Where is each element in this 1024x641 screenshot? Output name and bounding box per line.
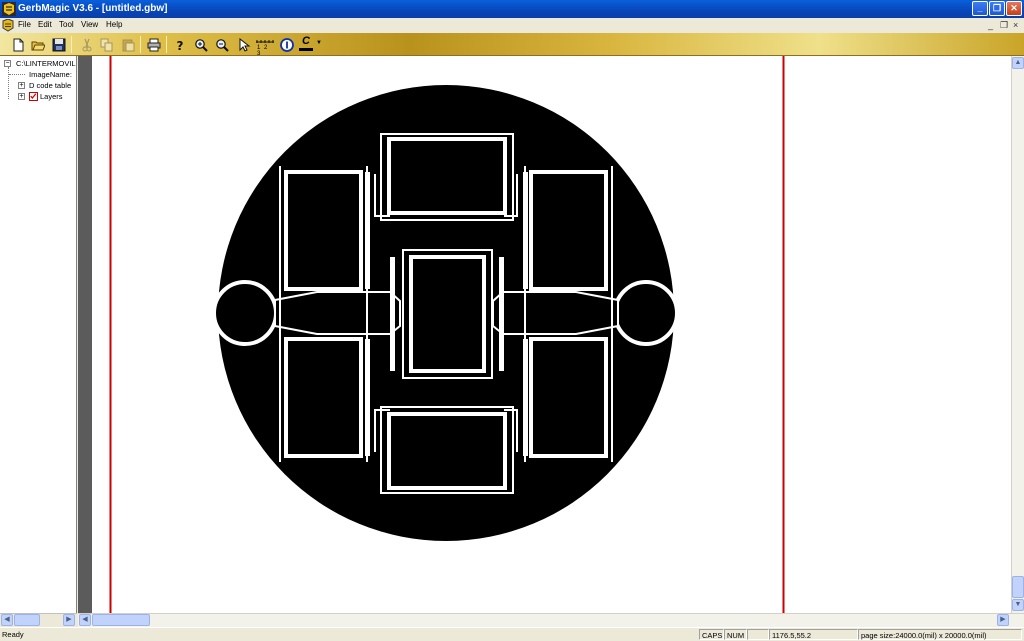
tree-dcode-label: D code table xyxy=(29,81,72,90)
title-bar[interactable]: GerbMagic V3.6 - [untitled.gbw] _ ❐ ✕ xyxy=(0,0,1024,18)
view-gutter xyxy=(78,56,92,613)
zoom-in-button[interactable] xyxy=(192,36,209,53)
pcb-drawing[interactable] xyxy=(92,56,1011,613)
paste-clipboard-icon xyxy=(122,39,134,51)
expand-icon[interactable]: + xyxy=(18,93,25,100)
expand-icon[interactable]: + xyxy=(18,82,25,89)
menu-help[interactable]: Help xyxy=(106,20,122,29)
status-page-size: page size:24000.0(mil) x 20000.0(mil) xyxy=(858,629,1022,640)
status-caps: CAPS xyxy=(699,629,724,640)
open-folder-icon xyxy=(31,41,45,50)
zoom-out-icon xyxy=(215,38,229,52)
status-bar: Ready CAPS NUM 1176.5,55.2 page size:240… xyxy=(0,627,1024,640)
cut-button[interactable] xyxy=(78,36,95,53)
tree-root-label: C:\LINTERMOVIL xyxy=(16,59,76,68)
tree-scroll-thumb[interactable] xyxy=(14,614,40,626)
toolbar-separator xyxy=(140,36,141,53)
menu-view[interactable]: View xyxy=(81,20,98,29)
save-disk-icon xyxy=(52,38,65,51)
printer-icon xyxy=(147,38,160,51)
layer-tree-panel: − C:\LINTERMOVIL ImageName: + D code tab… xyxy=(0,56,77,613)
dropdown-arrow-icon: ▼ xyxy=(316,40,322,46)
paste-button[interactable] xyxy=(119,36,136,53)
info-circle-icon xyxy=(279,37,294,52)
toolbar-separator xyxy=(71,36,72,53)
pointer-arrow-icon xyxy=(239,37,250,52)
print-button[interactable] xyxy=(145,36,162,53)
toolbar-separator xyxy=(166,36,167,53)
scroll-up-icon[interactable]: ▲ xyxy=(1012,57,1024,69)
scroll-down-icon[interactable]: ▼ xyxy=(1012,599,1024,611)
color-swatch xyxy=(299,48,313,51)
scroll-right-icon[interactable]: ▶ xyxy=(997,614,1009,626)
doc-minimize-button[interactable]: _ xyxy=(988,20,993,30)
save-button[interactable] xyxy=(50,36,67,53)
check-icon xyxy=(30,93,37,100)
pad-tab xyxy=(499,257,504,371)
gerber-canvas[interactable] xyxy=(92,56,1011,613)
menu-bar: File Edit Tool View Help _ ❐ × xyxy=(0,18,1024,33)
new-button[interactable] xyxy=(9,36,26,53)
close-button[interactable]: ✕ xyxy=(1006,1,1022,16)
horizontal-scroll-thumb[interactable] xyxy=(92,614,150,626)
vertical-scrollbar[interactable]: ▲ ▼ xyxy=(1011,56,1024,613)
new-file-icon xyxy=(13,38,23,51)
menu-file[interactable]: File xyxy=(18,20,31,29)
trace-right xyxy=(492,291,619,335)
layers-checkbox[interactable] xyxy=(29,92,38,101)
pad-tab xyxy=(365,172,370,289)
maximize-button[interactable]: ❐ xyxy=(989,1,1005,16)
open-button[interactable] xyxy=(29,36,46,53)
horizontal-scrollbar[interactable]: ◀ ▶ xyxy=(78,613,1024,627)
pad-tab xyxy=(365,339,370,456)
svg-text:?: ? xyxy=(176,39,183,52)
question-mark-icon: ? xyxy=(176,39,183,52)
help-button[interactable]: ? xyxy=(171,36,188,53)
status-coordinates: 1176.5,55.2 xyxy=(769,629,858,640)
pad-tab xyxy=(523,339,528,456)
app-icon xyxy=(2,2,16,16)
toolbar: ? 1 2 3 C ▼ xyxy=(0,33,1024,57)
scroll-right-icon[interactable]: ▶ xyxy=(63,614,75,626)
pad-tab xyxy=(523,172,528,289)
collapse-icon[interactable]: − xyxy=(4,60,11,67)
copy-button[interactable] xyxy=(98,36,115,53)
trace-left xyxy=(274,291,401,335)
tree-horizontal-scrollbar[interactable]: ◀ ▶ xyxy=(0,613,77,627)
status-ready: Ready xyxy=(2,630,24,639)
pad-tab xyxy=(390,257,395,371)
scroll-left-icon[interactable]: ◀ xyxy=(79,614,91,626)
menu-edit[interactable]: Edit xyxy=(38,20,52,29)
tree-image-name-label: ImageName: xyxy=(29,70,72,79)
mounting-hole-left xyxy=(212,280,278,346)
tree-connector-line xyxy=(8,67,9,99)
zoom-out-button[interactable] xyxy=(213,36,230,53)
document-icon[interactable] xyxy=(2,19,15,32)
color-label: C xyxy=(302,35,310,47)
doc-close-button[interactable]: × xyxy=(1013,20,1018,30)
minimize-button[interactable]: _ xyxy=(972,1,988,16)
layer-info-button[interactable] xyxy=(278,36,295,53)
status-num: NUM xyxy=(724,629,747,640)
select-pointer-button[interactable] xyxy=(235,36,252,53)
copy-icon xyxy=(100,38,112,51)
tree-connector-line xyxy=(9,74,25,75)
zoom-in-icon xyxy=(194,38,208,52)
window-title: GerbMagic V3.6 - [untitled.gbw] xyxy=(18,3,168,14)
scissors-icon xyxy=(82,38,91,51)
mounting-hole-right xyxy=(613,280,679,346)
color-picker-button[interactable]: C ▼ xyxy=(298,35,322,53)
scroll-left-icon[interactable]: ◀ xyxy=(1,614,13,626)
menu-tool[interactable]: Tool xyxy=(59,20,74,29)
status-scrl xyxy=(747,629,769,640)
doc-restore-button[interactable]: ❐ xyxy=(1000,20,1008,31)
measure-ruler-button[interactable]: 1 2 3 xyxy=(255,36,275,57)
gerbmagic-window: GerbMagic V3.6 - [untitled.gbw] _ ❐ ✕ Fi… xyxy=(0,0,1024,640)
vertical-scroll-thumb[interactable] xyxy=(1012,576,1024,598)
tree-layers-label: Layers xyxy=(40,92,63,101)
